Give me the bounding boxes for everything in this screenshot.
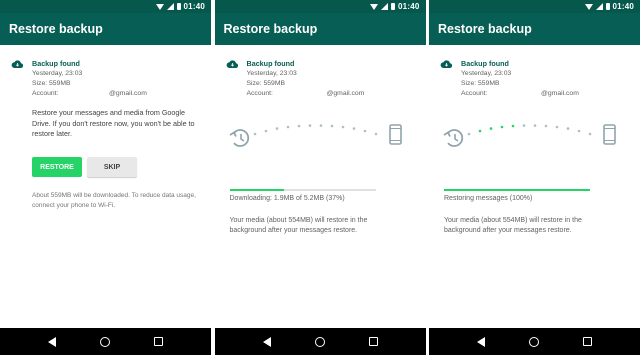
home-icon[interactable] <box>314 336 325 347</box>
phone-icon <box>388 124 402 145</box>
home-icon[interactable] <box>529 336 539 347</box>
signal-icon <box>166 3 174 10</box>
account-value: @gmail.com <box>326 90 365 97</box>
home-icon[interactable] <box>100 336 110 347</box>
backup-date: Yesterday, 23:03 <box>246 70 297 77</box>
battery-icon <box>391 3 396 10</box>
app-bar: Restore backup <box>0 13 211 45</box>
content: Backup found Yesterday, 23:03 Size: 559M… <box>215 45 426 328</box>
backup-found-title: Backup found <box>32 59 80 68</box>
account-value: @gmail.com <box>541 90 579 97</box>
restore-screen-initial: 01:40 Restore backup Backup found Yester… <box>0 0 211 355</box>
back-icon[interactable] <box>48 336 56 347</box>
restore-screen-restoring: 01:40 Restore backup Backup found Yester… <box>429 0 640 355</box>
account-label: Account: <box>246 90 273 97</box>
backup-date: Yesterday, 23:03 <box>461 70 512 77</box>
restore-animation <box>443 124 616 147</box>
restore-description: Restore your messages and media from Goo… <box>32 108 195 138</box>
status-time: 01:40 <box>612 2 634 11</box>
wifi-icon <box>584 3 593 10</box>
restore-progress-bar <box>444 189 590 191</box>
restore-button[interactable]: RESTORE <box>32 157 82 177</box>
phone-icon <box>603 124 616 145</box>
progress-dots <box>467 124 592 136</box>
content: Backup found Yesterday, 23:03 Size: 559M… <box>429 45 640 328</box>
nav-bar <box>214 328 426 355</box>
backup-size: Size: 559MB <box>32 80 71 87</box>
download-progress-text: Downloading: 1.9MB of 5.2MB (37%) <box>229 195 345 202</box>
nav-bar <box>429 328 640 355</box>
cloud-icon <box>440 60 453 68</box>
download-progress-fill <box>229 189 284 191</box>
cloud-icon <box>226 60 238 68</box>
wifi-icon <box>155 3 164 10</box>
app-bar-title: Restore backup <box>438 22 532 36</box>
content: Backup found Yesterday, 23:03 Size: 559M… <box>0 45 211 328</box>
status-bar: 01:40 <box>214 0 426 13</box>
status-bar: 01:40 <box>429 0 640 13</box>
back-icon[interactable] <box>477 336 485 347</box>
signal-icon <box>595 3 603 10</box>
media-background-note: Your media (about 554MB) will restore in… <box>444 217 582 234</box>
recents-icon[interactable] <box>583 337 592 346</box>
data-usage-note: About 559MB will be downloaded. To reduc… <box>32 192 196 209</box>
backup-found-title: Backup found <box>246 59 295 68</box>
restore-animation <box>229 124 402 147</box>
screens-container: 01:40 Restore backup Backup found Yester… <box>0 0 640 355</box>
battery-icon <box>605 3 610 10</box>
progress-dots <box>253 124 377 136</box>
signal-icon <box>381 3 389 10</box>
battery-icon <box>176 3 181 10</box>
history-icon <box>443 129 464 147</box>
backup-size: Size: 559MB <box>246 80 286 87</box>
app-bar-title: Restore backup <box>223 22 318 36</box>
recents-icon[interactable] <box>154 337 163 346</box>
status-time: 01:40 <box>183 2 205 11</box>
backup-found-title: Backup found <box>461 59 509 68</box>
cloud-icon <box>11 60 24 68</box>
app-bar: Restore backup <box>214 13 426 45</box>
media-background-note: Your media (about 554MB) will restore in… <box>229 217 368 234</box>
recents-icon[interactable] <box>368 337 378 346</box>
skip-button[interactable]: SKIP <box>87 157 137 177</box>
history-icon <box>229 129 249 147</box>
status-time: 01:40 <box>398 2 420 11</box>
app-bar: Restore backup <box>429 13 640 45</box>
backup-size: Size: 559MB <box>461 80 500 87</box>
account-value: @gmail.com <box>109 90 147 97</box>
account-label: Account: <box>461 90 488 97</box>
restore-progress-text: Restoring messages (100%) <box>444 195 533 202</box>
app-bar-title: Restore backup <box>9 22 103 36</box>
backup-date: Yesterday, 23:03 <box>32 70 83 77</box>
restore-progress-fill <box>444 189 590 191</box>
restore-screen-downloading: 01:40 Restore backup Backup found Yester… <box>214 0 426 355</box>
account-label: Account: <box>32 90 59 97</box>
nav-bar <box>0 328 211 355</box>
download-progress-bar <box>229 189 376 191</box>
back-icon[interactable] <box>262 336 271 347</box>
wifi-icon <box>370 3 379 10</box>
status-bar: 01:40 <box>0 0 211 13</box>
